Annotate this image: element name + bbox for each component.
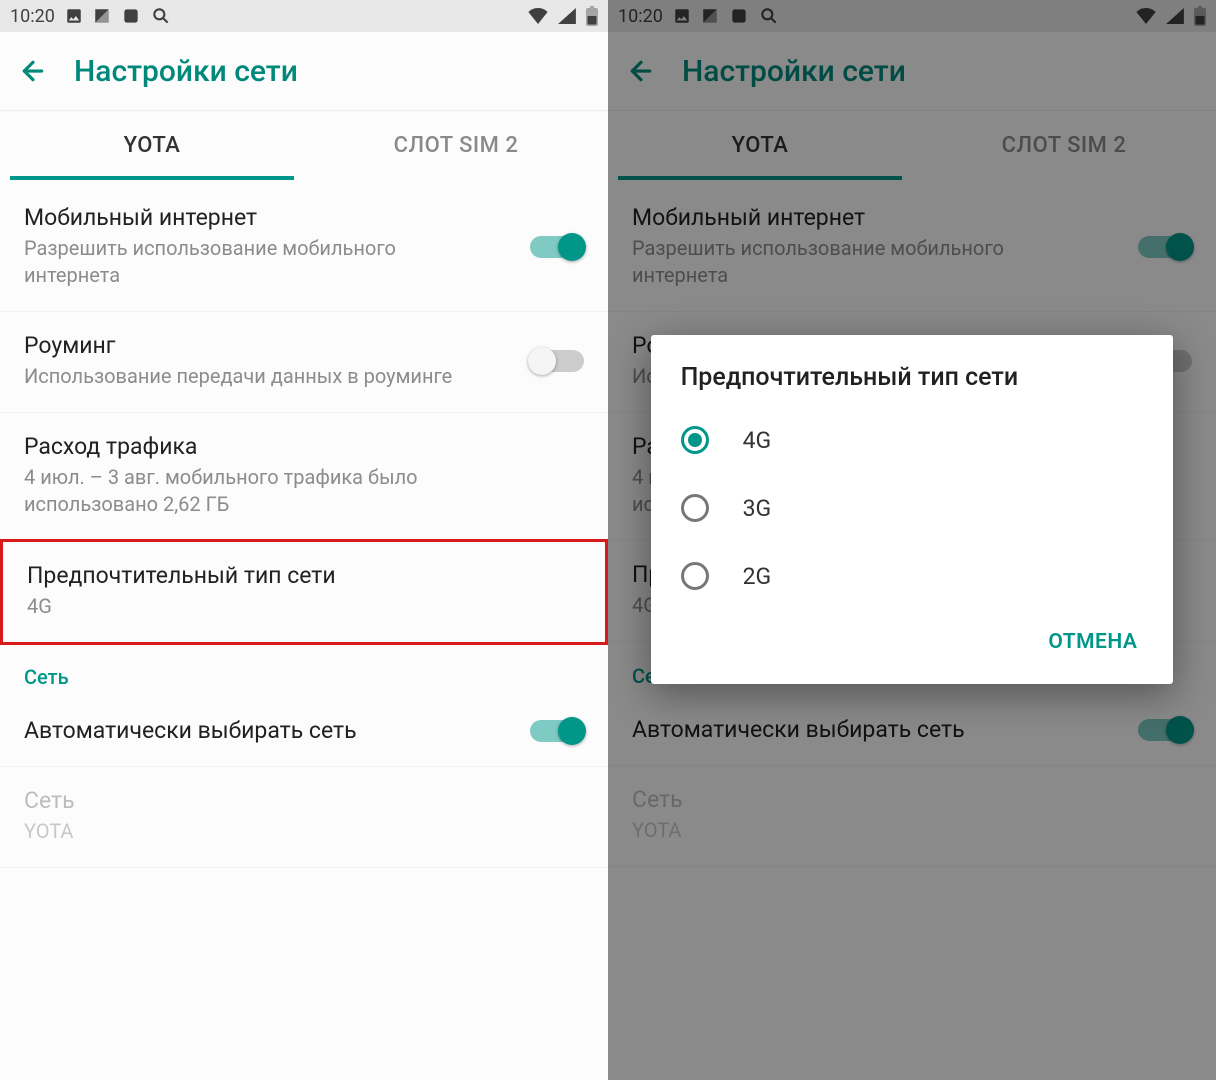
item-mobile-data[interactable]: Мобильный интернет Разрешить использован… [0,184,608,312]
item-subtitle: Разрешить использование мобильного интер… [24,235,454,289]
radio-option-3g[interactable]: 3G [651,474,1174,542]
item-subtitle: YOTA [24,818,75,845]
item-subtitle: Использование передачи данных в роуминге [24,363,452,390]
item-data-usage[interactable]: Расход трафика 4 июл. – 3 авг. мобильног… [0,413,608,541]
status-bar: 10:20 [0,0,608,32]
toggle-auto-select[interactable] [530,720,584,742]
item-title: Автоматически выбирать сеть [24,717,357,744]
image-icon [65,7,83,25]
settings-list: Мобильный интернет Разрешить использован… [0,180,608,1080]
radio-icon [681,494,709,522]
radio-label: 3G [743,495,772,522]
back-arrow-icon[interactable] [18,56,48,86]
item-roaming[interactable]: Роуминг Использование передачи данных в … [0,312,608,413]
item-title: Сеть [24,787,75,814]
preferred-network-dialog: Предпочтительный тип сети 4G 3G 2G ОТМЕН… [651,335,1174,684]
sim-tabs: YOTA СЛОТ SIM 2 [0,110,608,180]
item-title: Расход трафика [24,433,454,460]
dialog-title: Предпочтительный тип сети [651,363,1174,406]
tab-sim2[interactable]: СЛОТ SIM 2 [304,111,608,180]
signal-icon [558,8,576,24]
image2-icon [93,7,111,25]
item-title: Мобильный интернет [24,204,454,231]
search-icon [151,6,171,26]
radio-icon [681,426,709,454]
item-auto-select-network[interactable]: Автоматически выбирать сеть [0,697,608,767]
item-subtitle: 4G [27,593,336,620]
item-title: Предпочтительный тип сети [27,562,336,589]
tab-yota[interactable]: YOTA [0,111,304,180]
radio-label: 4G [743,427,772,454]
wifi-icon [528,8,548,24]
app-bar: Настройки сети [0,32,608,110]
item-network-fixed: Сеть YOTA [0,767,608,868]
status-time: 10:20 [10,6,55,27]
page-title: Настройки сети [74,54,298,89]
modal-overlay[interactable]: Предпочтительный тип сети 4G 3G 2G ОТМЕН… [608,0,1216,1080]
item-subtitle: 4 июл. – 3 авг. мобильного трафика было … [24,464,454,518]
radio-label: 2G [743,563,772,590]
toggle-roaming[interactable] [530,350,584,372]
radio-option-2g[interactable]: 2G [651,542,1174,610]
cancel-button[interactable]: ОТМЕНА [1036,620,1149,664]
battery-icon [586,6,598,26]
item-title: Роуминг [24,332,452,359]
phone-right: 10:20 Настройки сети YOTA СЛОТ SIM 2 Моб… [608,0,1216,1080]
item-preferred-network[interactable]: Предпочтительный тип сети 4G [0,539,608,645]
toggle-mobile-data[interactable] [530,236,584,258]
radio-option-4g[interactable]: 4G [651,406,1174,474]
radio-icon [681,562,709,590]
square-icon [121,6,141,26]
phone-left: 10:20 Настройки сети YOTA СЛОТ SIM 2 Моб… [0,0,608,1080]
section-header-network: Сеть [0,643,608,697]
